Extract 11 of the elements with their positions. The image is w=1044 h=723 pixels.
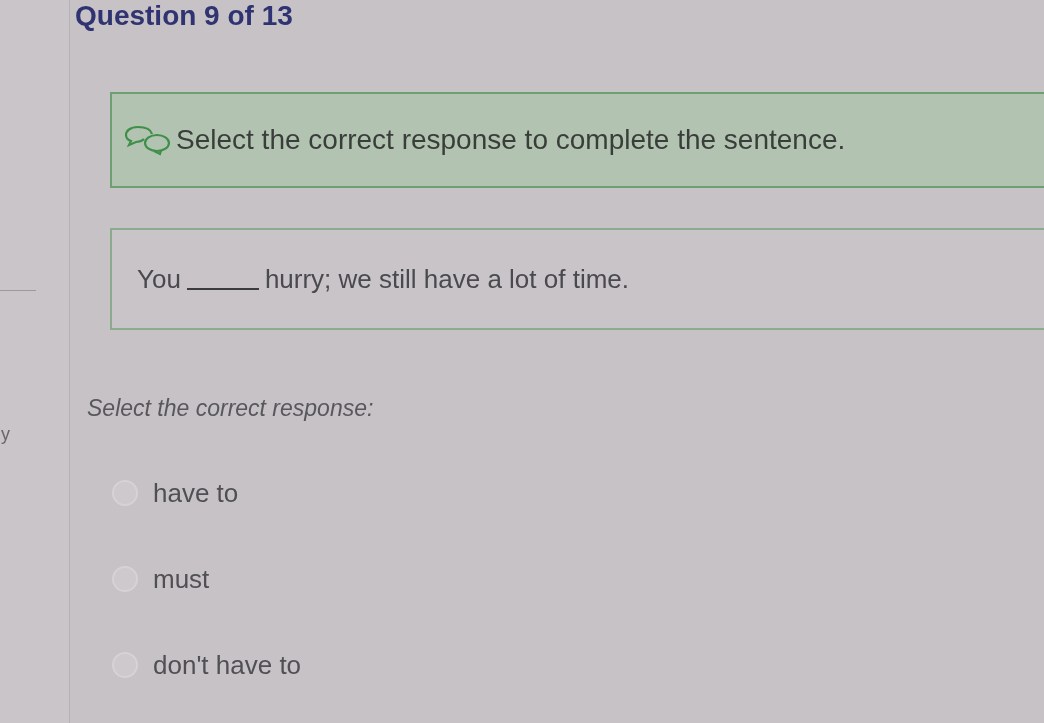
side-panel-text: y [0,425,10,443]
option-label[interactable]: don't have to [153,650,302,680]
speech-bubbles-icon [124,124,172,156]
sentence-text: hurry; we still have a lot of time. [264,264,629,294]
option-label[interactable]: have to [153,478,239,508]
option-label[interactable]: must [153,564,210,594]
prompt-text: Select the correct response: [87,394,374,422]
fill-in-line[interactable] [186,288,259,290]
instruction-text: Select the correct response to complete the sentence. [176,124,846,156]
question-counter: Question 9 of 13 [75,0,293,32]
sentence-text: You [137,264,181,294]
